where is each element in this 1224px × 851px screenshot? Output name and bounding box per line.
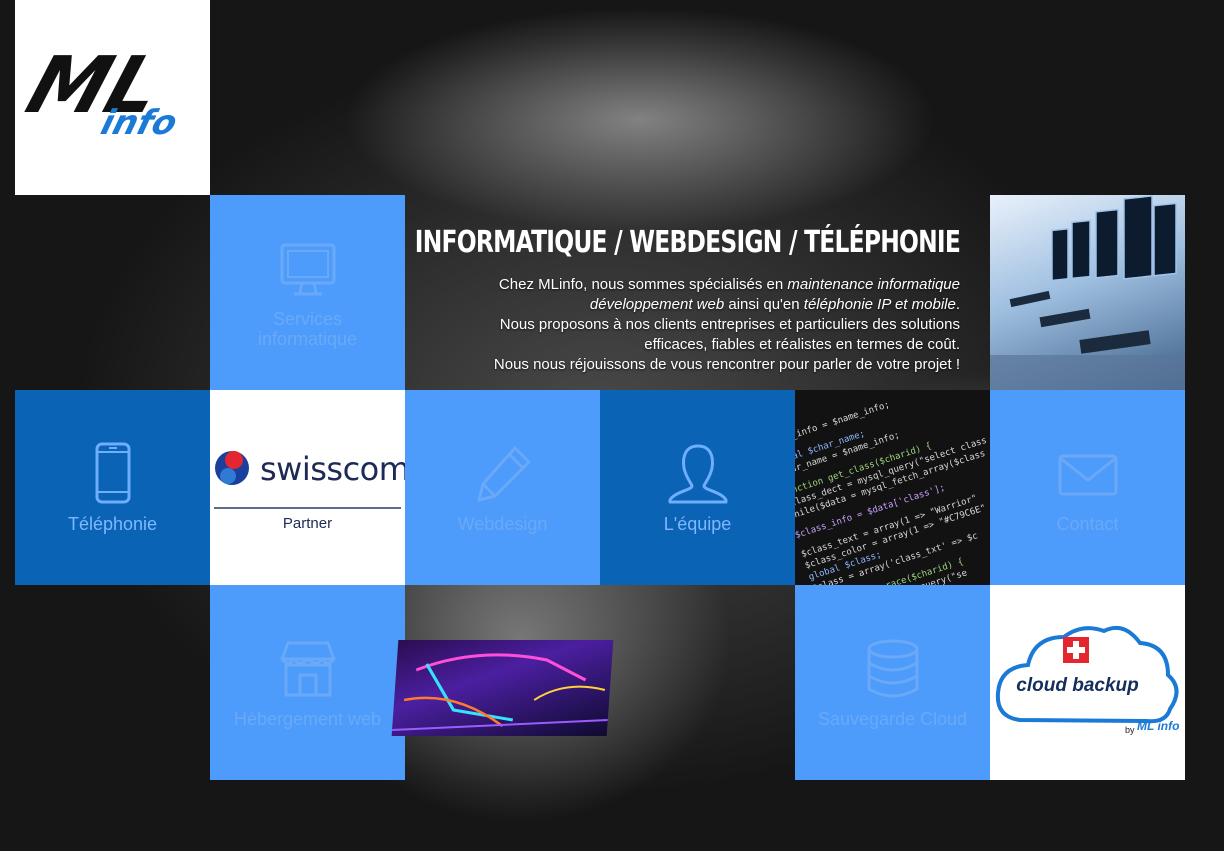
- monitor-icon: [280, 243, 335, 295]
- svg-text:info: info: [97, 104, 182, 143]
- tile-label-sauvegarde: Sauvegarde Cloud: [817, 708, 968, 729]
- swisscom-wordmark: swisscom: [260, 450, 405, 488]
- hero-text-emphasis: développement web: [589, 296, 725, 313]
- tile-telephonie[interactable]: Téléphonie: [15, 390, 210, 585]
- computers-photo: [990, 195, 1185, 390]
- hero-text-part: Nous proposons à nos clients entreprises…: [499, 316, 960, 333]
- tile-label-hebergement: Hébergement web: [233, 708, 382, 729]
- hero-description: Chez MLinfo, nous sommes spécialisés en …: [440, 275, 960, 375]
- hero-section: INFORMATIQUE / WEBDESIGN / TÉLÉPHONIE Ch…: [405, 195, 990, 390]
- database-icon: [867, 639, 918, 697]
- mlinfo-logo-graphic: ML info: [17, 40, 182, 143]
- cloud-by-label: by: [1125, 725, 1135, 735]
- tile-label-telephonie: Téléphonie: [67, 513, 158, 534]
- neon-car-illustration: [392, 653, 608, 731]
- computers-illustration: [990, 195, 1185, 390]
- tile-label-contact: Contact: [1056, 513, 1119, 534]
- cloud-brand-label: ML info: [1137, 719, 1180, 733]
- cloud-backup-logo[interactable]: cloud backup by ML info: [990, 585, 1185, 780]
- code-illustration: $name_info = $name_info; global $char_na…: [795, 400, 988, 585]
- hero-text-part: efficaces, fiables et réalistes en terme…: [644, 336, 960, 353]
- hero-text-part: .: [955, 296, 960, 313]
- hero-text-emphasis: maintenance informatique: [787, 276, 960, 293]
- envelope-icon: [1058, 454, 1117, 495]
- smartphone-icon: [95, 442, 130, 503]
- hero-text-part: Nous nous réjouissons de vous rencontrer…: [493, 356, 960, 373]
- user-icon: [668, 444, 727, 503]
- pencil-icon: [477, 446, 530, 501]
- tile-equipe[interactable]: L'équipe: [600, 390, 795, 585]
- tile-label-services: Services informatique: [257, 308, 358, 349]
- hero-text-part: Chez MLinfo, nous sommes spécialisés en: [498, 276, 788, 293]
- hero-text-part: ainsi qu'en: [724, 296, 804, 313]
- tile-contact[interactable]: Contact: [990, 390, 1185, 585]
- logo[interactable]: ML info: [15, 0, 210, 195]
- cloud-backup-label: cloud backup: [1016, 675, 1139, 696]
- neon-car-image: [391, 640, 614, 736]
- store-icon: [280, 641, 335, 696]
- tile-webdesign[interactable]: Webdesign: [405, 390, 600, 585]
- hero-text-emphasis: téléphonie IP et mobile: [803, 296, 956, 313]
- tile-sauvegarde-cloud[interactable]: Sauvegarde Cloud: [795, 585, 990, 780]
- swisscom-partner-logo[interactable]: swisscom Partner: [210, 390, 405, 585]
- tile-label-webdesign: Webdesign: [457, 513, 548, 534]
- swisscom-partner-label: Partner: [282, 515, 333, 532]
- tile-label-equipe: L'équipe: [663, 513, 732, 534]
- page-title: INFORMATIQUE / WEBDESIGN / TÉLÉPHONIE: [414, 225, 961, 260]
- tile-hebergement-web[interactable]: Hébergement web: [210, 585, 405, 780]
- tile-services-informatique[interactable]: Services informatique: [210, 195, 405, 390]
- code-photo: $name_info = $name_info; global $char_na…: [795, 390, 990, 585]
